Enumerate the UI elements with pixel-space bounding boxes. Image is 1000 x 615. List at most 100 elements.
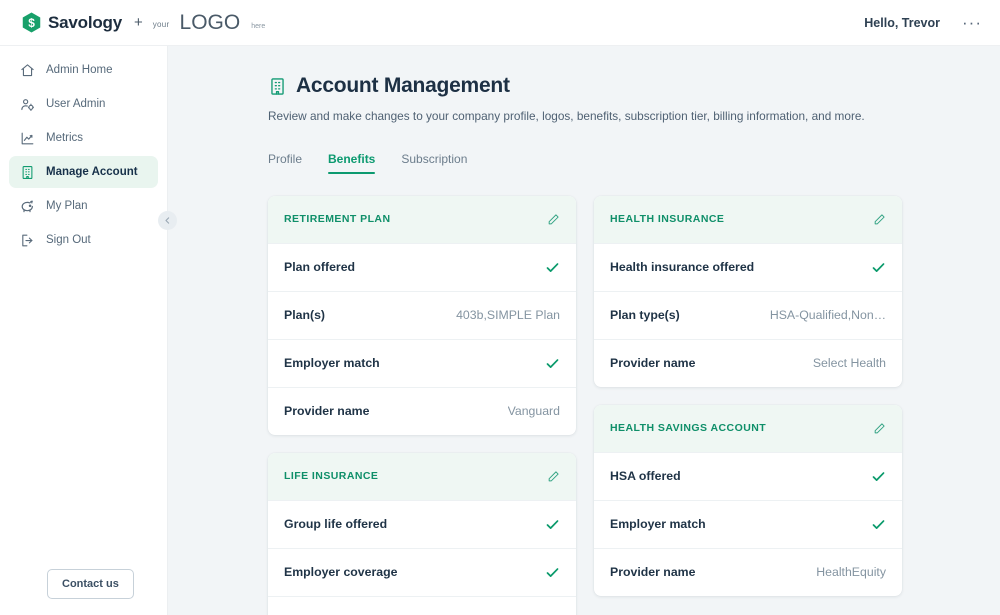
sidebar-item-label: Metrics [46, 132, 83, 144]
page-subtitle: Review and make changes to your company … [268, 108, 902, 126]
user-greeting: Hello, Trevor [864, 16, 940, 30]
check-icon [545, 356, 560, 371]
table-row: Provider name Select Health [594, 339, 902, 387]
row-label: Provider name [610, 565, 695, 579]
body-region: Admin Home User Admin [0, 46, 1000, 615]
sidebar-item-label: User Admin [46, 98, 105, 110]
row-label: Provider name [610, 356, 695, 370]
pencil-icon[interactable] [873, 422, 886, 435]
main-content: Account Management Review and make chang… [168, 46, 1000, 615]
pencil-icon[interactable] [547, 470, 560, 483]
tab-benefits[interactable]: Benefits [328, 152, 375, 174]
sidebar-item-my-plan[interactable]: My Plan [9, 190, 158, 222]
building-icon [19, 164, 35, 180]
check-icon [545, 565, 560, 580]
table-row: Plan(s) 403b,SIMPLE Plan [268, 291, 576, 339]
brand-logo-placeholder: LOGO [180, 11, 241, 35]
row-value: HealthEquity [816, 565, 886, 579]
row-value: Vanguard [508, 404, 560, 418]
row-label: Health insurance offered [610, 260, 754, 274]
card-header: HEALTH INSURANCE [594, 196, 902, 243]
row-value: 403b,SIMPLE Plan [456, 308, 560, 322]
sidebar-item-label: Manage Account [46, 166, 138, 178]
sidebar-item-metrics[interactable]: Metrics [9, 122, 158, 154]
check-icon [545, 260, 560, 275]
home-icon [19, 62, 35, 78]
table-row: Employer match [594, 500, 902, 548]
check-icon [871, 517, 886, 532]
table-row: Provider name [268, 596, 576, 615]
sidebar: Admin Home User Admin [0, 46, 168, 615]
sidebar-item-manage-account[interactable]: Manage Account [9, 156, 158, 188]
row-label: Employer match [610, 517, 706, 531]
building-icon [268, 77, 287, 96]
card-life-insurance: LIFE INSURANCE Group life offered [268, 453, 576, 615]
sidebar-item-sign-out[interactable]: Sign Out [9, 224, 158, 256]
app-window: $ Savology + your LOGO here Hello, Trevo… [0, 0, 1000, 615]
cards-column-left: RETIREMENT PLAN Plan offered [268, 196, 576, 615]
card-title: LIFE INSURANCE [284, 470, 378, 482]
row-value: Select Health [813, 356, 886, 370]
page-title: Account Management [296, 74, 510, 98]
card-header: RETIREMENT PLAN [268, 196, 576, 243]
tab-bar: Profile Benefits Subscription [268, 152, 902, 174]
svg-text:$: $ [28, 16, 35, 30]
row-label: Group life offered [284, 517, 387, 531]
sidebar-item-label: Sign Out [46, 234, 91, 246]
table-row: Employer coverage [268, 548, 576, 596]
cards-column-right: HEALTH INSURANCE Health insurance offere… [594, 196, 902, 596]
sign-out-icon [19, 232, 35, 248]
savology-hexagon-icon: $ [22, 12, 41, 33]
table-row: Health insurance offered [594, 243, 902, 291]
row-label: Provider name [284, 404, 369, 418]
user-gear-icon [19, 96, 35, 112]
benefits-cards: RETIREMENT PLAN Plan offered [268, 196, 902, 615]
row-label: Employer coverage [284, 565, 397, 579]
top-bar: $ Savology + your LOGO here Hello, Trevo… [0, 0, 1000, 46]
tab-subscription[interactable]: Subscription [401, 152, 467, 174]
sidebar-collapse-button[interactable] [158, 211, 177, 230]
page-header: Account Management [268, 74, 902, 98]
top-bar-right: Hello, Trevor ··· [864, 16, 982, 30]
piggy-bank-icon [19, 198, 35, 214]
sidebar-nav: Admin Home User Admin [0, 54, 167, 256]
table-row: Plan offered [268, 243, 576, 291]
row-value: HSA-Qualified,Non… [770, 308, 886, 322]
brand-your-text: your [153, 20, 170, 29]
card-header: LIFE INSURANCE [268, 453, 576, 500]
table-row: Group life offered [268, 500, 576, 548]
sidebar-item-user-admin[interactable]: User Admin [9, 88, 158, 120]
row-label: Plan type(s) [610, 308, 680, 322]
sidebar-item-label: My Plan [46, 200, 88, 212]
check-icon [871, 469, 886, 484]
card-health-insurance: HEALTH INSURANCE Health insurance offere… [594, 196, 902, 387]
table-row: Provider name Vanguard [268, 387, 576, 435]
brand-name: Savology [48, 13, 122, 33]
chart-line-icon [19, 130, 35, 146]
row-label: HSA offered [610, 469, 681, 483]
row-label: Plan offered [284, 260, 355, 274]
brand-logo[interactable]: $ Savology + your LOGO here [22, 11, 265, 35]
pencil-icon[interactable] [547, 213, 560, 226]
sidebar-item-admin-home[interactable]: Admin Home [9, 54, 158, 86]
overflow-menu-icon[interactable]: ··· [962, 18, 982, 28]
contact-us-wrap: Contact us [0, 569, 167, 615]
check-icon [871, 260, 886, 275]
table-row: Employer match [268, 339, 576, 387]
pencil-icon[interactable] [873, 213, 886, 226]
card-title: HEALTH SAVINGS ACCOUNT [610, 422, 766, 434]
sidebar-item-label: Admin Home [46, 64, 112, 76]
card-header: HEALTH SAVINGS ACCOUNT [594, 405, 902, 452]
brand-here-text: here [251, 23, 265, 30]
table-row: HSA offered [594, 452, 902, 500]
card-title: HEALTH INSURANCE [610, 213, 724, 225]
card-retirement-plan: RETIREMENT PLAN Plan offered [268, 196, 576, 435]
row-label: Plan(s) [284, 308, 325, 322]
card-health-savings-account: HEALTH SAVINGS ACCOUNT HSA offered [594, 405, 902, 596]
check-icon [545, 517, 560, 532]
brand-plus-symbol: + [134, 14, 143, 31]
contact-us-button[interactable]: Contact us [47, 569, 134, 599]
tab-profile[interactable]: Profile [268, 152, 302, 174]
main-inner: Account Management Review and make chang… [168, 74, 1000, 615]
table-row: Plan type(s) HSA-Qualified,Non… [594, 291, 902, 339]
